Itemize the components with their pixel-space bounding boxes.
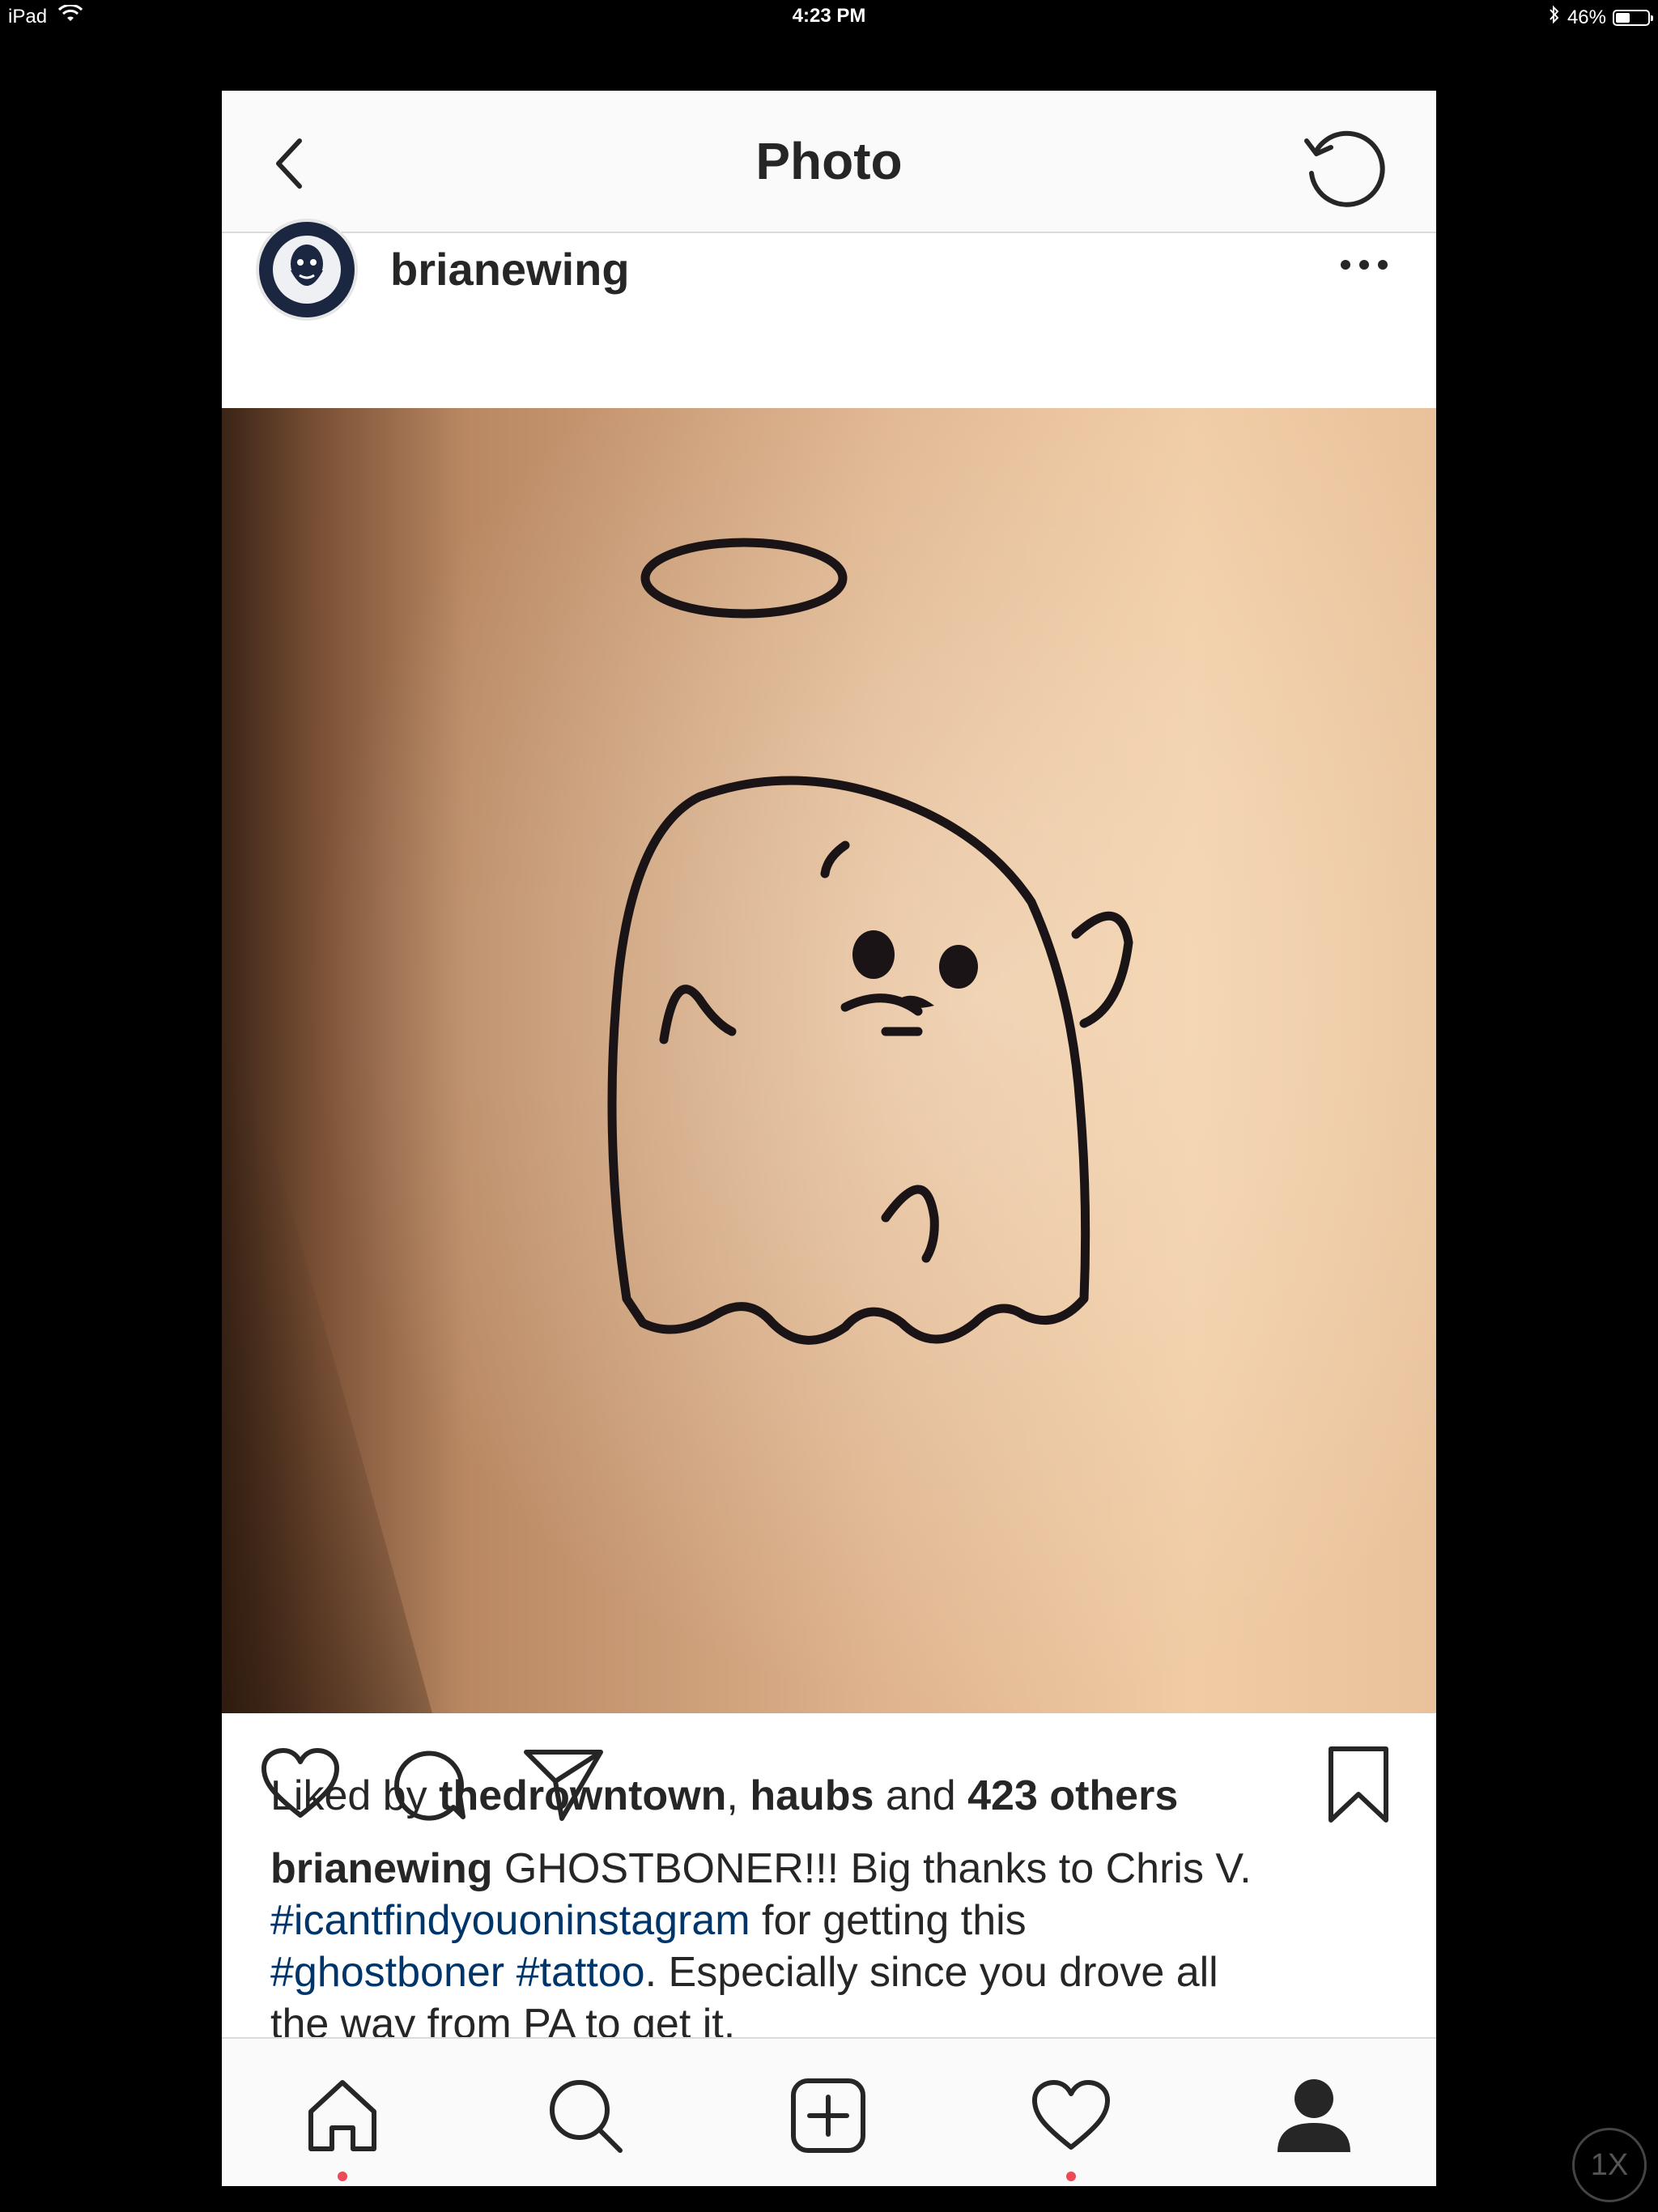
caption-text-2: for getting this [750, 1897, 1027, 1944]
search-icon [550, 2080, 623, 2153]
tab-profile[interactable] [1269, 2071, 1358, 2160]
more-icon [1341, 260, 1388, 270]
caption-text-3: . Especially since you drove all [644, 1949, 1218, 1996]
avatar[interactable] [256, 219, 358, 321]
tab-home[interactable] [298, 2071, 387, 2181]
tab-activity[interactable] [1027, 2071, 1116, 2181]
post-photo[interactable] [222, 408, 1436, 1713]
tab-search[interactable] [541, 2071, 630, 2160]
likes-others[interactable]: 423 others [967, 1772, 1178, 1819]
likes-separator: , [726, 1772, 750, 1819]
bluetooth-icon [1548, 5, 1561, 30]
tab-new-post[interactable] [784, 2071, 873, 2160]
caption-text-1: GHOSTBONER!!! Big thanks to Chris V. [492, 1845, 1252, 1892]
status-time: 4:23 PM [792, 5, 866, 27]
bookmark-icon [1329, 1746, 1388, 1823]
refresh-button[interactable] [1299, 123, 1388, 212]
likes-summary[interactable]: Liked by thedrowntown, haubs and 423 oth… [270, 1772, 1178, 1820]
page-title: Photo [755, 132, 903, 190]
instagram-app: Photo brianewing Liked by thedrowntown, … [222, 91, 1436, 2186]
home-icon [308, 2080, 376, 2151]
zoom-badge[interactable]: 1X [1572, 2128, 1647, 2202]
liker-haubs[interactable]: haubs [750, 1772, 874, 1819]
liker-thedrowntown[interactable]: thedrowntown [439, 1772, 726, 1819]
navigation-bar: Photo [222, 91, 1436, 233]
save-button[interactable] [1324, 1744, 1392, 1829]
hashtag-icantfindyouoninstagram[interactable]: #icantfindyouoninstagram [270, 1897, 750, 1944]
tab-bar [222, 2037, 1436, 2186]
caption-username[interactable]: brianewing [270, 1845, 492, 1892]
likes-prefix: Liked by [270, 1772, 440, 1819]
battery-icon [1613, 9, 1653, 26]
hashtag-tattoo[interactable]: #tattoo [517, 1949, 645, 1996]
battery-percent: 46% [1567, 6, 1606, 28]
profile-icon [1278, 2079, 1350, 2152]
home-notification-dot [338, 2172, 347, 2181]
post-username[interactable]: brianewing [390, 243, 630, 296]
status-bar: iPad 4:23 PM 46% [0, 0, 1658, 32]
more-options-button[interactable] [1336, 253, 1392, 277]
heart-icon [1032, 2080, 1110, 2150]
refresh-icon [1304, 130, 1385, 207]
caption-text-4: the way from PA to get it. [270, 2001, 736, 2037]
hashtag-ghostboner[interactable]: #ghostboner [270, 1949, 504, 1996]
add-post-icon [791, 2078, 865, 2153]
post-caption: brianewing GHOSTBONER!!! Big thanks to C… [270, 1843, 1404, 2037]
likes-and: and [874, 1772, 968, 1819]
activity-notification-dot [1066, 2172, 1076, 2181]
